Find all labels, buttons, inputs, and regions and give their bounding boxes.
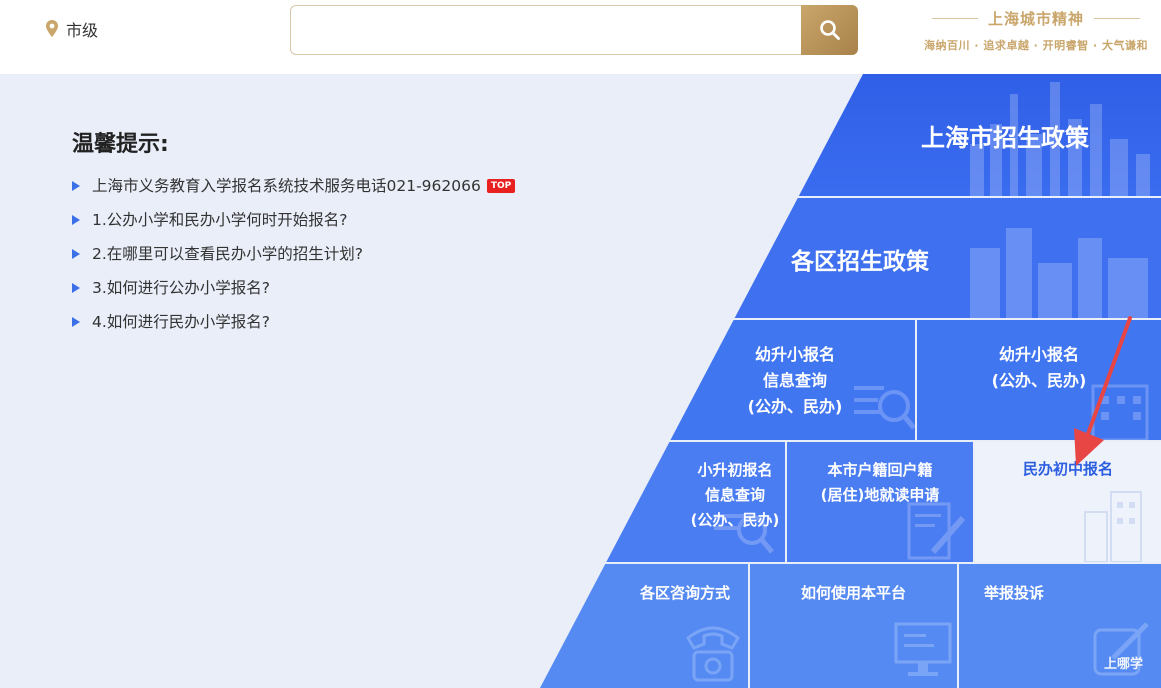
top-badge: TOP — [486, 179, 516, 193]
tip-text: 1.公办小学和民办小学何时开始报名? — [92, 211, 348, 229]
monitor-icon — [894, 622, 952, 676]
bullet-triangle-icon — [72, 249, 80, 259]
tile-district-admission-policy[interactable]: 各区招生政策 — [540, 198, 1161, 318]
tip-item-2[interactable]: 2.在哪里可以查看民办小学的招生计划? — [72, 242, 632, 276]
tip-item-4[interactable]: 4.如何进行民办小学报名? — [72, 310, 632, 344]
tile-primary-to-middle-query[interactable]: 小升初报名 信息查询 (公办、民办) — [540, 442, 785, 562]
bullet-triangle-icon — [72, 215, 80, 225]
building-icon — [1084, 491, 1142, 562]
tip-item-3[interactable]: 3.如何进行公办小学报名? — [72, 276, 632, 310]
tile-private-middle-school-signup[interactable]: 民办初中报名 — [975, 442, 1161, 562]
tile-city-admission-policy[interactable]: 上海市招生政策 — [540, 74, 1161, 196]
tile-label: 如何使用本平台 — [800, 584, 906, 602]
bullet-triangle-icon — [72, 181, 80, 191]
bullet-triangle-icon — [72, 317, 80, 327]
tile-label: 各区招生政策 — [791, 249, 929, 275]
location-selector[interactable]: 市级 — [44, 17, 98, 41]
tile-label: 幼升小报名 (公办、民办) — [991, 345, 1087, 390]
watermark: 上哪学 — [1103, 657, 1143, 672]
tile-kindergarten-to-primary-signup[interactable]: 幼升小报名 (公办、民办) — [917, 320, 1161, 440]
tips-list: 上海市义务教育入学报名系统技术服务电话021-962066 TOP 1.公办小学和… — [72, 174, 632, 344]
slogan-title: 上海城市精神 — [987, 10, 1084, 28]
header: 市级 上海城市精神 海纳百川 · 追求卓越 · 开明睿智 · 大气谦和 — [0, 0, 1161, 74]
tip-item-1[interactable]: 1.公办小学和民办小学何时开始报名? — [72, 208, 632, 242]
search-icon — [819, 20, 840, 40]
buildings-icon — [970, 228, 1148, 318]
slogan-divider — [931, 18, 978, 19]
location-pin-icon — [46, 20, 58, 37]
tips-section: 温馨提示: 上海市义务教育入学报名系统技术服务电话021-962066 TOP 1… — [72, 126, 632, 344]
tip-item-hotline[interactable]: 上海市义务教育入学报名系统技术服务电话021-962066 TOP — [72, 174, 632, 208]
tip-text: 上海市义务教育入学报名系统技术服务电话021-962066 — [92, 177, 481, 195]
city-slogan: 上海城市精神 海纳百川 · 追求卓越 · 开明睿智 · 大气谦和 — [912, 8, 1160, 58]
telephone-icon — [686, 626, 740, 682]
tip-text: 3.如何进行公办小学报名? — [92, 279, 271, 297]
main-area: 温馨提示: 上海市义务教育入学报名系统技术服务电话021-962066 TOP 1… — [0, 74, 1161, 688]
edit-icon — [1093, 622, 1149, 676]
bullet-triangle-icon — [72, 283, 80, 293]
location-label: 市级 — [66, 21, 99, 40]
tile-report-complaint[interactable]: 举报投诉 上哪学 — [959, 564, 1161, 688]
tile-label: 上海市招生政策 — [921, 124, 1089, 152]
tile-platform-guide[interactable]: 如何使用本平台 — [750, 564, 957, 688]
tip-text: 2.在哪里可以查看民办小学的招生计划? — [92, 245, 364, 263]
search-bar — [290, 5, 858, 55]
tile-label: 本市户籍回户籍 (居住)地就读申请 — [820, 461, 940, 504]
slogan-divider — [1094, 18, 1140, 19]
tile-label: 举报投诉 — [983, 584, 1044, 602]
slogan-subtitle: 海纳百川 · 追求卓越 · 开明睿智 · 大气谦和 — [923, 39, 1148, 52]
tile-district-contact[interactable]: 各区咨询方式 — [540, 564, 748, 688]
tile-household-return-application[interactable]: 本市户籍回户籍 (居住)地就读申请 — [787, 442, 973, 562]
tips-title: 温馨提示: — [72, 132, 169, 157]
tile-label: 民办初中报名 — [1022, 460, 1113, 478]
search-button[interactable] — [801, 5, 858, 55]
search-input[interactable] — [290, 5, 802, 55]
tile-label: 幼升小报名 信息查询 (公办、民办) — [747, 345, 843, 416]
tile-label: 各区咨询方式 — [639, 584, 730, 602]
tip-text: 4.如何进行民办小学报名? — [92, 313, 271, 331]
tile-label: 小升初报名 信息查询 (公办、民办) — [690, 461, 780, 529]
